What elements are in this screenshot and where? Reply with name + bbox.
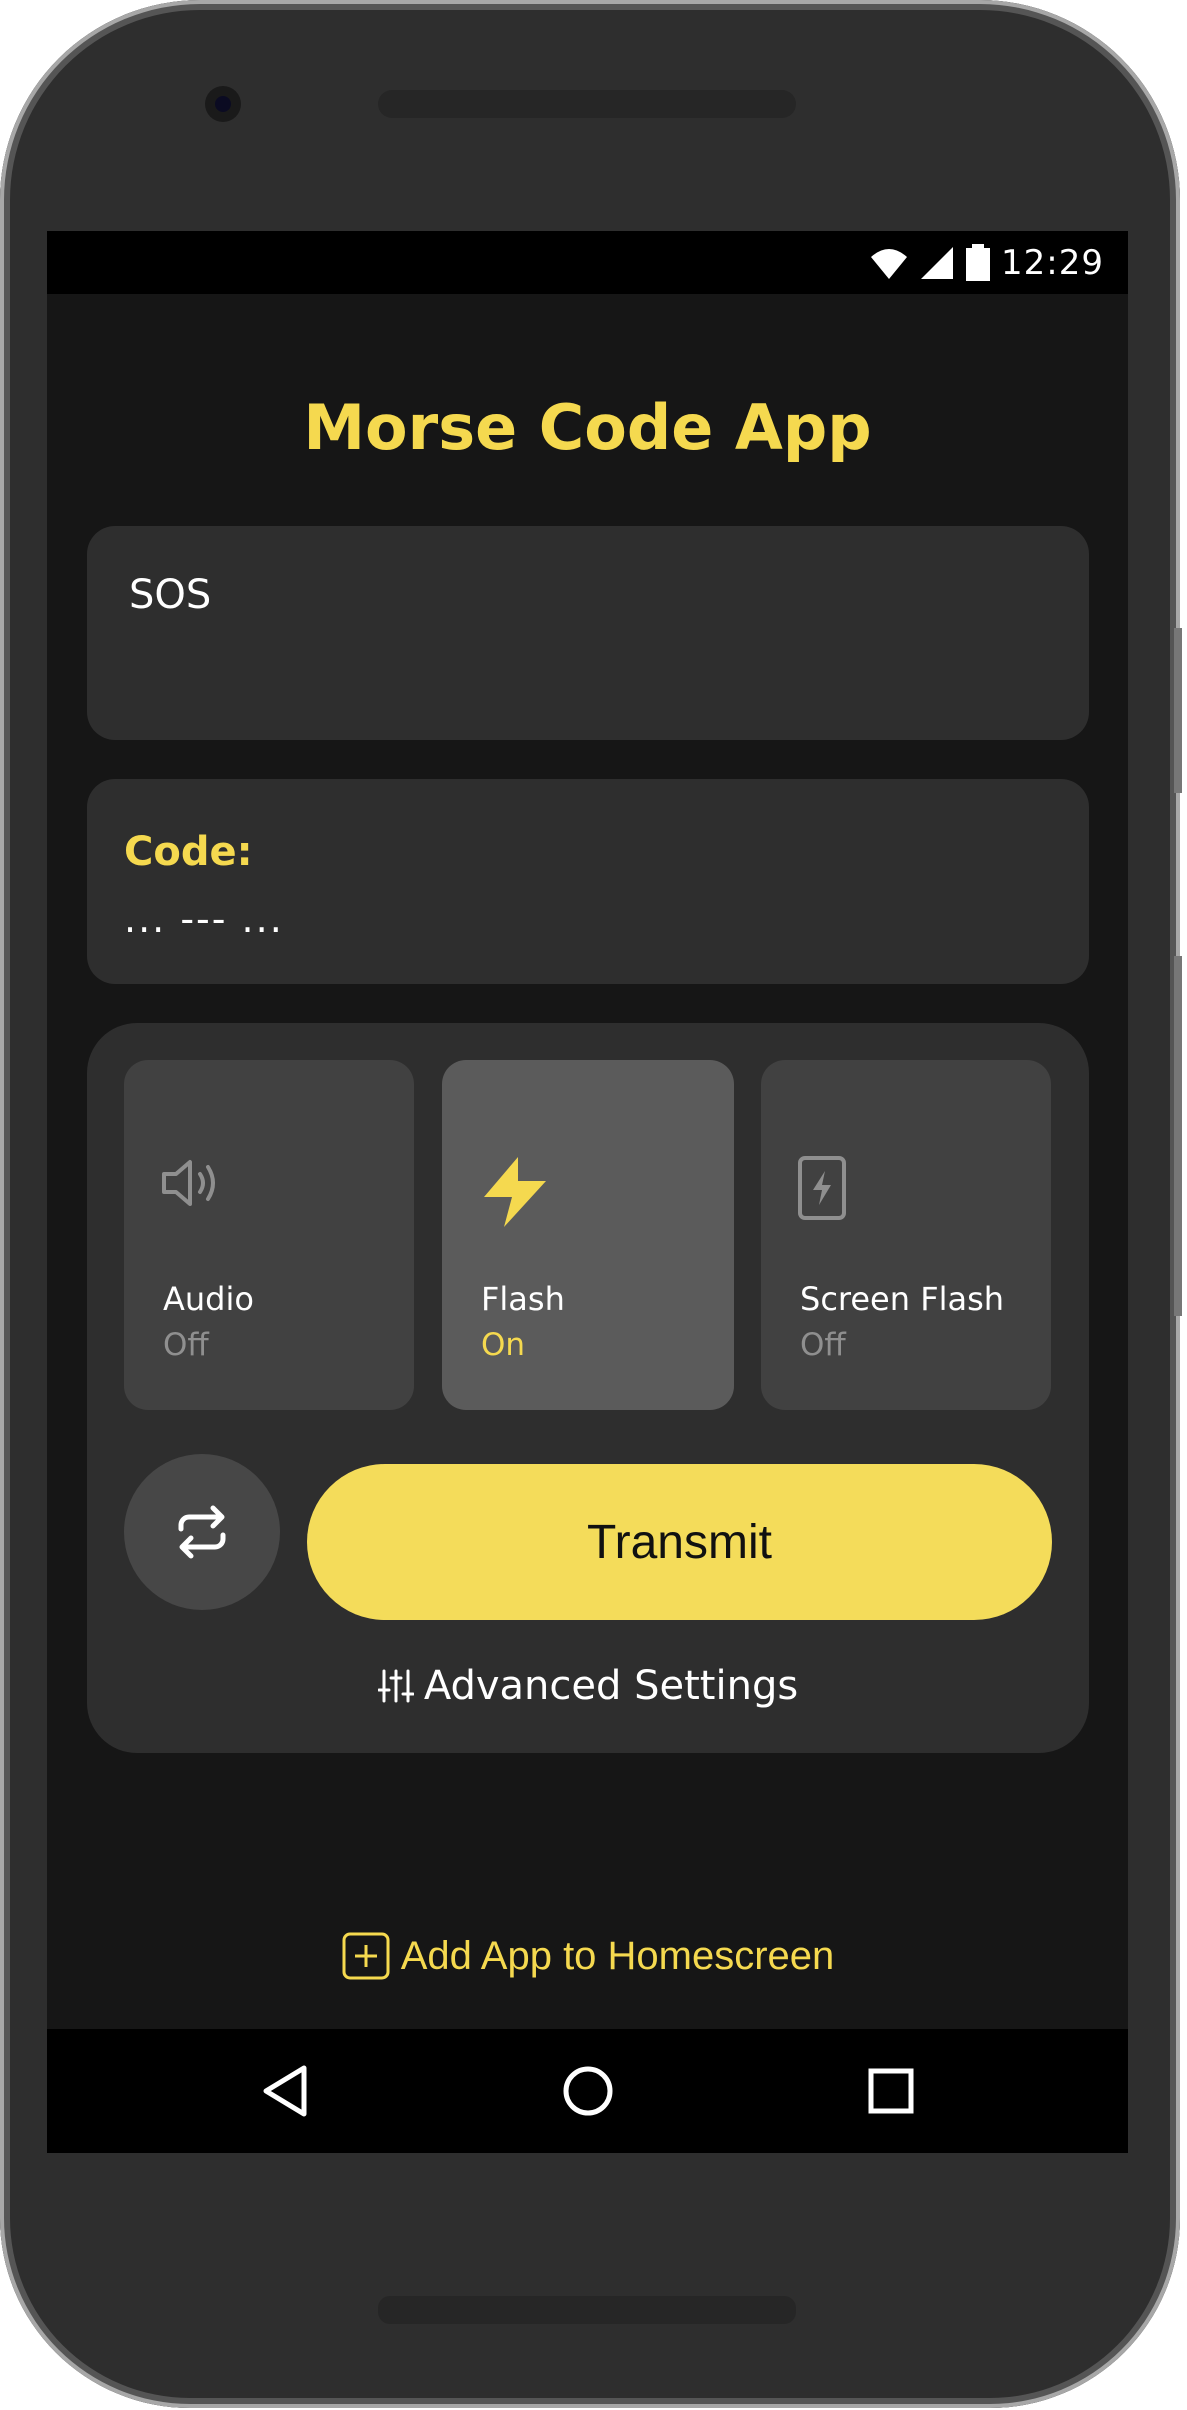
transmit-button[interactable]: Transmit xyxy=(307,1464,1052,1620)
repeat-icon xyxy=(178,1505,226,1559)
add-to-homescreen-label: Add App to Homescreen xyxy=(400,1933,835,1978)
earpiece-speaker xyxy=(378,90,796,118)
nav-recents-button[interactable] xyxy=(861,2061,921,2121)
control-panel: Audio Off Flash On Screen Flash Off Tran… xyxy=(87,1023,1089,1753)
recents-square-icon xyxy=(868,2068,914,2114)
advanced-settings-label: Advanced Settings xyxy=(423,1663,799,1709)
nav-back-button[interactable] xyxy=(255,2061,315,2121)
nav-home-button[interactable] xyxy=(558,2061,618,2121)
mode-flash-state: On xyxy=(481,1327,526,1363)
add-to-homescreen-link[interactable]: Add App to Homescreen xyxy=(47,1931,1128,1981)
text-input-value: SOS xyxy=(129,572,212,618)
system-navigation-bar xyxy=(47,2029,1128,2153)
speaker-icon xyxy=(162,1160,215,1206)
bottom-speaker-slot xyxy=(378,2296,796,2324)
mode-screen-flash-toggle[interactable]: Screen Flash Off xyxy=(761,1060,1051,1410)
add-square-icon xyxy=(342,1932,390,1980)
home-circle-icon xyxy=(563,2066,613,2116)
mode-screen-flash-state: Off xyxy=(800,1327,846,1363)
lightning-icon xyxy=(484,1157,546,1227)
mode-audio-label: Audio xyxy=(163,1280,254,1318)
mode-screen-flash-label: Screen Flash xyxy=(800,1280,1005,1318)
status-time: 12:29 xyxy=(1001,243,1104,283)
front-camera xyxy=(205,86,241,122)
mode-audio-state: Off xyxy=(163,1327,209,1363)
volume-button xyxy=(1174,956,1182,1316)
repeat-button[interactable] xyxy=(124,1454,280,1610)
battery-icon xyxy=(966,244,991,281)
phone-flash-icon xyxy=(798,1156,846,1220)
power-button xyxy=(1174,628,1182,793)
code-label: Code: xyxy=(124,829,253,875)
cellular-signal-icon xyxy=(921,247,954,279)
sliders-icon xyxy=(377,1669,414,1703)
app-title: Morse Code App xyxy=(303,391,872,464)
screen: 12:29 Morse Code App SOS Code: ... --- .… xyxy=(47,231,1128,2153)
code-value: ... --- ... xyxy=(124,897,284,941)
mode-flash-toggle[interactable]: Flash On xyxy=(442,1060,734,1410)
mode-flash-label: Flash xyxy=(481,1280,565,1318)
advanced-settings-link[interactable]: Advanced Settings xyxy=(87,1663,1089,1709)
status-bar: 12:29 xyxy=(47,231,1128,294)
text-input-field[interactable]: SOS xyxy=(87,526,1089,740)
phone-frame: 12:29 Morse Code App SOS Code: ... --- .… xyxy=(0,0,1182,2408)
morse-output-card: Code: ... --- ... xyxy=(87,779,1089,984)
mode-audio-toggle[interactable]: Audio Off xyxy=(124,1060,414,1410)
back-triangle-icon xyxy=(263,2065,307,2117)
wifi-icon xyxy=(871,249,908,279)
